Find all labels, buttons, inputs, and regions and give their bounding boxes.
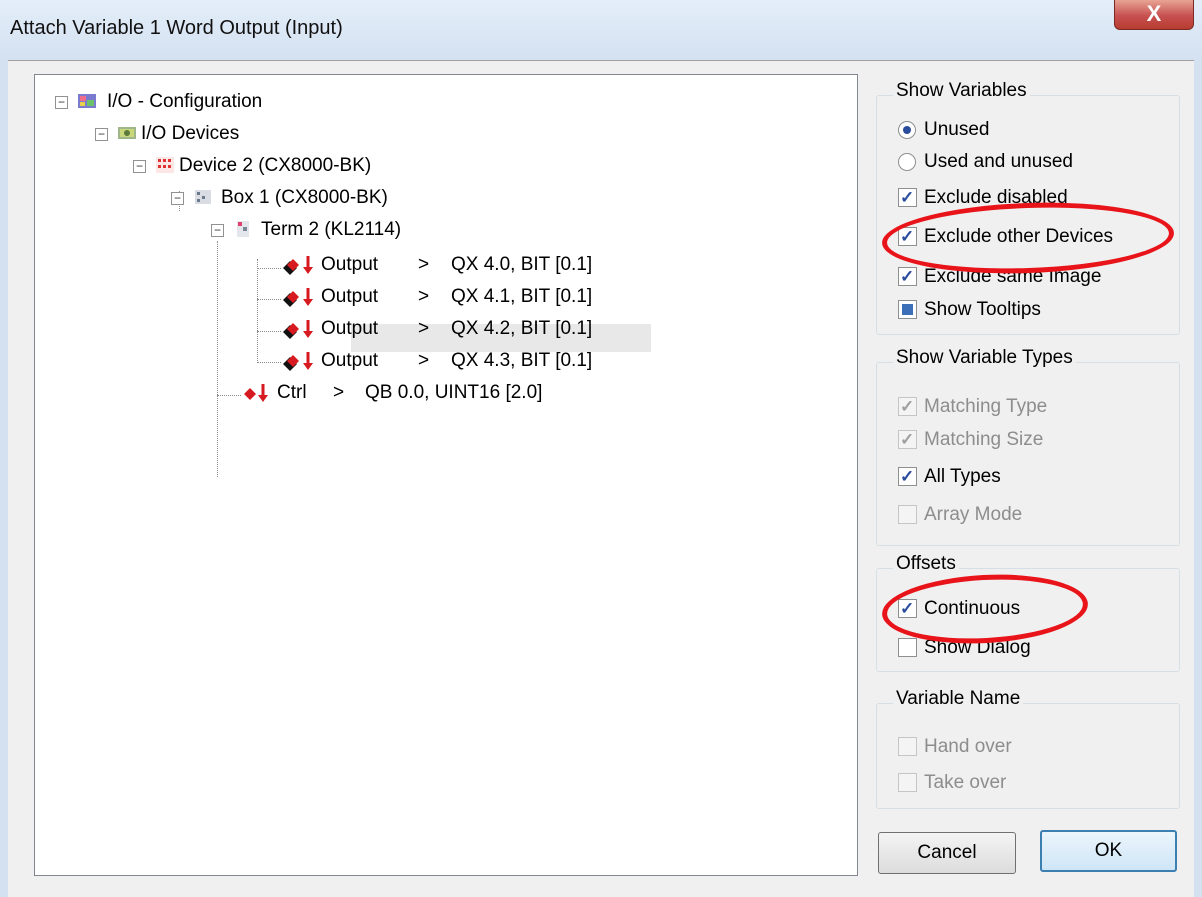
tree-node-label: Box 1 (CX8000-BK) xyxy=(221,187,388,208)
tree-leaf-output[interactable]: Output > QX 4.2, BIT [0.1] xyxy=(281,314,661,344)
radio-button[interactable] xyxy=(898,153,916,171)
tree-line xyxy=(257,331,281,332)
mapping-arrow: > xyxy=(418,350,430,371)
checkbox[interactable] xyxy=(898,183,917,213)
tree-line xyxy=(257,362,281,363)
variable-name-label: Variable Name xyxy=(893,688,1024,710)
option-label: All Types xyxy=(924,466,1001,487)
option-label: Hand over xyxy=(924,736,1012,757)
checkbox[interactable] xyxy=(898,505,917,524)
window-title: Attach Variable 1 Word Output (Input) xyxy=(10,17,343,39)
tree-node-device-2[interactable]: − Device 2 (CX8000-BK) xyxy=(133,151,433,181)
ctrl-address: QB 0.0, UINT16 [2.0] xyxy=(365,382,543,403)
close-icon: X xyxy=(1146,1,1162,26)
show-variables-label: Show Variables xyxy=(893,80,1030,102)
option-label: Array Mode xyxy=(924,504,1023,525)
close-button[interactable]: X xyxy=(1114,0,1194,30)
tree-leaf-output[interactable]: Output > QX 4.0, BIT [0.1] xyxy=(281,250,661,280)
collapse-icon[interactable]: − xyxy=(95,128,108,141)
tree-line xyxy=(257,268,281,269)
tree-leaf-ctrl[interactable]: Ctrl > QB 0.0, UINT16 [2.0] xyxy=(243,378,643,408)
variable-name-group xyxy=(876,703,1180,809)
tree-line xyxy=(257,259,258,363)
collapse-icon[interactable]: − xyxy=(211,224,224,237)
collapse-icon[interactable]: − xyxy=(171,192,184,205)
tree-node-box-1[interactable]: − Box 1 (CX8000-BK) xyxy=(171,183,471,213)
io-devices-icon xyxy=(118,127,136,139)
output-name: Output xyxy=(321,350,379,371)
option-label: Take over xyxy=(924,772,1007,793)
tree-line xyxy=(217,395,241,396)
tree-node-label: Device 2 (CX8000-BK) xyxy=(179,155,372,176)
output-name: Output xyxy=(321,286,379,307)
checkbox[interactable] xyxy=(898,425,917,455)
output-variable-icon xyxy=(283,288,313,307)
mapping-arrow: > xyxy=(333,382,345,403)
mapping-arrow: > xyxy=(418,318,430,339)
ctrl-variable-icon xyxy=(244,384,268,402)
option-label: Unused xyxy=(924,119,990,140)
tree-node-label: I/O - Configuration xyxy=(107,91,263,112)
dialog-window: Attach Variable 1 Word Output (Input) X … xyxy=(0,0,1202,897)
mapping-arrow: > xyxy=(418,286,430,307)
tree-leaf-output[interactable]: Output > QX 4.3, BIT [0.1] xyxy=(281,346,661,376)
tree-node-label: Term 2 (KL2114) xyxy=(261,219,402,240)
window-frame-left xyxy=(0,60,8,897)
variable-tree[interactable]: − I/O - Configuration − I/O Devices − De… xyxy=(34,74,858,876)
mapping-arrow: > xyxy=(418,254,430,275)
title-bar[interactable]: Attach Variable 1 Word Output (Input) X xyxy=(0,0,1202,60)
option-label: Used and unused xyxy=(924,151,1073,172)
checkbox[interactable] xyxy=(898,462,917,492)
tree-node-io-configuration[interactable]: − I/O - Configuration xyxy=(55,87,355,117)
tree-node-term-2[interactable]: − Term 2 (KL2114) xyxy=(211,215,511,245)
checkbox[interactable] xyxy=(898,262,917,292)
output-address: QX 4.2, BIT [0.1] xyxy=(451,318,593,339)
offsets-label: Offsets xyxy=(893,553,959,575)
collapse-icon[interactable]: − xyxy=(55,96,68,109)
window-frame-right xyxy=(1194,60,1202,897)
output-variable-icon xyxy=(283,256,313,275)
tree-node-label: I/O Devices xyxy=(141,123,240,144)
output-variable-icon xyxy=(283,320,313,339)
checkbox[interactable] xyxy=(898,773,917,792)
terminal-icon xyxy=(237,221,249,237)
tree-leaf-output[interactable]: Output > QX 4.1, BIT [0.1] xyxy=(281,282,661,312)
output-name: Output xyxy=(321,318,379,339)
option-label: Matching Type xyxy=(924,396,1048,417)
cancel-button[interactable]: Cancel xyxy=(878,832,1016,874)
collapse-icon[interactable]: − xyxy=(133,160,146,173)
io-configuration-icon xyxy=(78,94,96,108)
tree-line xyxy=(257,299,281,300)
box-icon xyxy=(195,190,211,204)
device-icon xyxy=(156,157,174,173)
checkbox[interactable] xyxy=(898,392,917,422)
show-variable-types-label: Show Variable Types xyxy=(893,347,1076,369)
checkbox[interactable] xyxy=(898,638,917,657)
output-address: QX 4.3, BIT [0.1] xyxy=(451,350,593,371)
output-address: QX 4.0, BIT [0.1] xyxy=(451,254,593,275)
checkbox[interactable] xyxy=(898,737,917,756)
option-label: Show Tooltips xyxy=(924,299,1041,320)
ctrl-name: Ctrl xyxy=(277,382,307,403)
tree-node-io-devices[interactable]: − I/O Devices xyxy=(95,119,345,149)
output-name: Output xyxy=(321,254,379,275)
tree-line xyxy=(217,241,218,477)
radio-button[interactable] xyxy=(898,121,916,139)
output-address: QX 4.1, BIT [0.1] xyxy=(451,286,593,307)
output-variable-icon xyxy=(283,352,313,371)
option-label: Matching Size xyxy=(924,429,1044,450)
ok-button[interactable]: OK xyxy=(1040,830,1177,872)
checkbox[interactable] xyxy=(898,300,917,319)
